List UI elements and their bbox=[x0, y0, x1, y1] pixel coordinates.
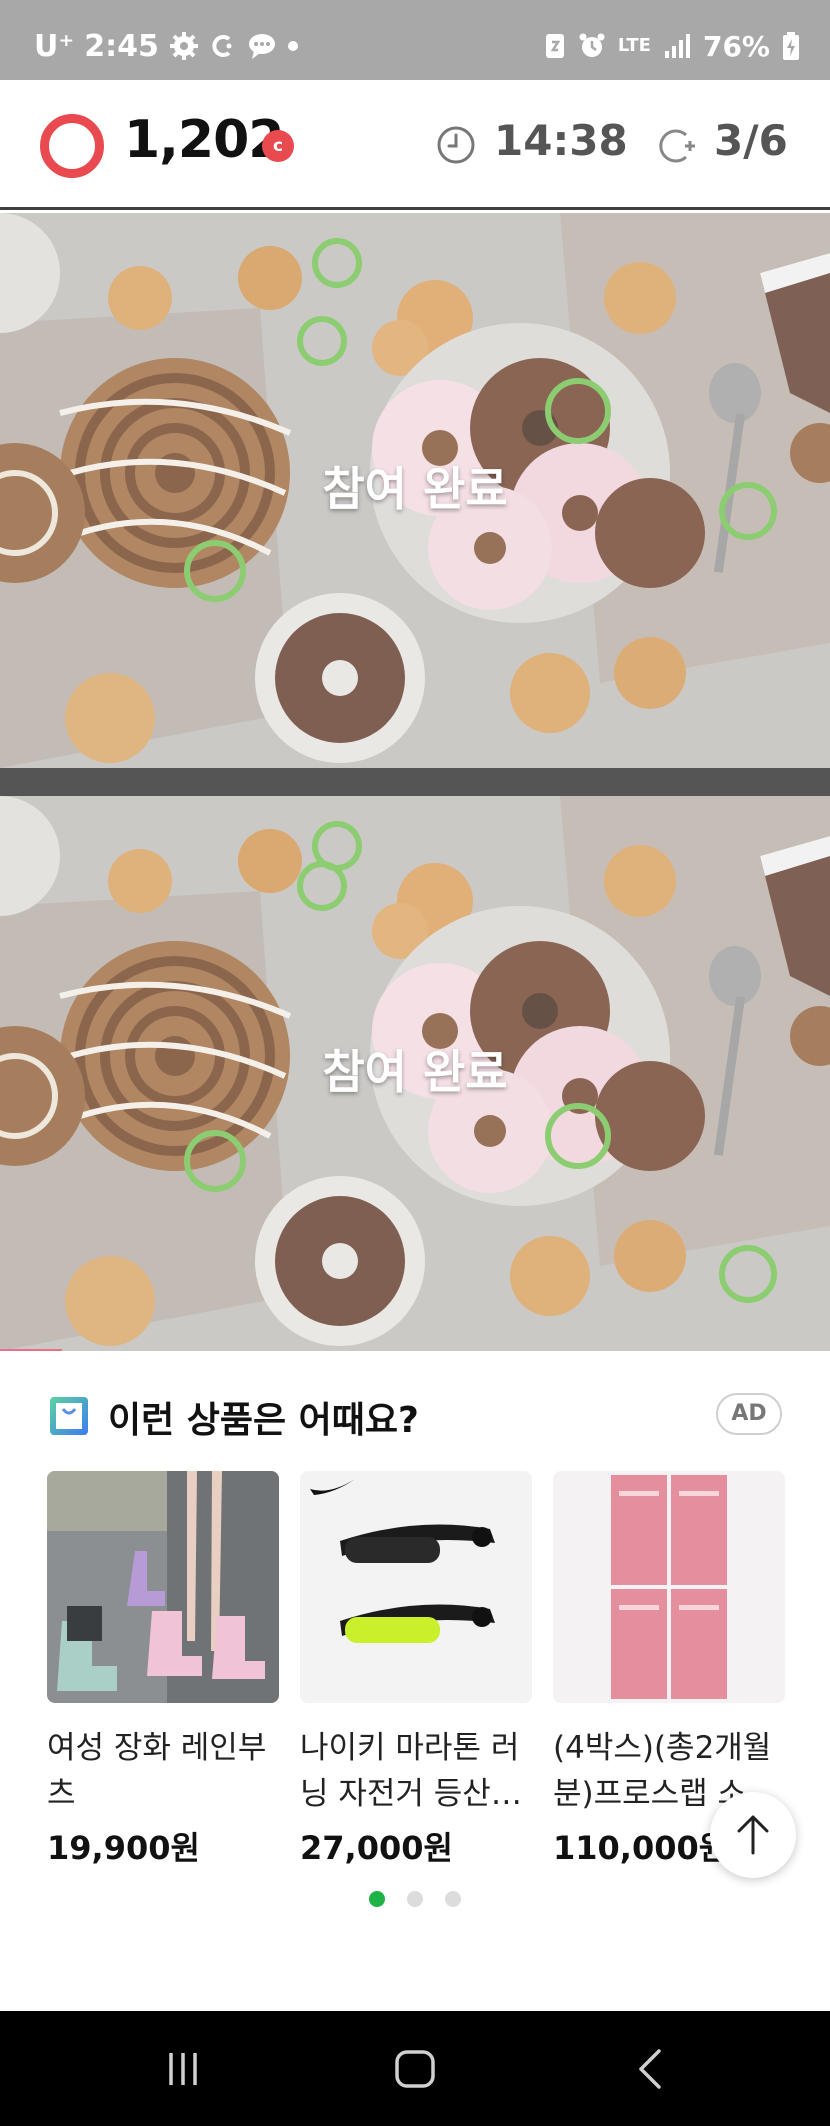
home-button[interactable] bbox=[385, 2039, 445, 2099]
carousel-pagination bbox=[0, 1891, 830, 1907]
target-ring-icon bbox=[40, 114, 104, 178]
product-name[interactable]: 나이키 마라톤 러닝 자전거 등산… bbox=[300, 1725, 532, 1817]
ad-badge[interactable]: AD bbox=[716, 1393, 782, 1435]
countdown-timer: 14:38 bbox=[494, 116, 628, 165]
coin-icon: c bbox=[262, 130, 294, 162]
settings-gear-icon bbox=[169, 31, 199, 61]
save-mode-icon bbox=[544, 32, 566, 60]
network-type-label: LTE bbox=[617, 35, 651, 56]
product-card[interactable]: 여성 장화 레인부츠 19,900원 bbox=[47, 1471, 279, 1869]
notification-dot-icon bbox=[287, 40, 299, 52]
status-time: 2:45 bbox=[84, 28, 159, 64]
spot-difference-image-top[interactable]: 참여 완료 bbox=[0, 213, 830, 768]
product-price: 19,900원 bbox=[47, 1829, 200, 1867]
spot-difference-image-bottom[interactable]: 참여 완료 bbox=[0, 796, 830, 1351]
coin-plus-icon bbox=[659, 129, 695, 163]
section-title: 이런 상품은 어때요? bbox=[108, 1400, 419, 1441]
battery-charging-icon bbox=[782, 31, 800, 61]
recent-apps-button[interactable] bbox=[153, 2039, 213, 2099]
product-name[interactable]: 여성 장화 레인부츠 bbox=[47, 1725, 279, 1817]
recent-apps-icon bbox=[169, 2053, 197, 2085]
signal-strength-icon bbox=[663, 33, 691, 59]
page-dot-active[interactable] bbox=[369, 1891, 385, 1907]
page-dot[interactable] bbox=[407, 1891, 423, 1907]
product-card[interactable]: 나이키 마라톤 러닝 자전거 등산… 27,000원 bbox=[300, 1471, 532, 1869]
alarm-icon bbox=[578, 32, 606, 60]
home-icon bbox=[395, 2050, 435, 2088]
game-header: 1,202 c 14:38 3/6 bbox=[0, 80, 830, 210]
back-icon bbox=[639, 2049, 661, 2089]
system-navigation-bar bbox=[0, 2011, 830, 2126]
recommendation-section: 이런 상품은 어때요? AD 여성 장화 레인부츠 19,900원 나이키 마라… bbox=[0, 1351, 830, 2011]
product-image-rain-boots[interactable] bbox=[47, 1471, 279, 1703]
completed-label-bottom: 참여 완료 bbox=[322, 1045, 508, 1099]
page-dot[interactable] bbox=[445, 1891, 461, 1907]
status-bar: U⁺ 2:45 LTE 76% bbox=[0, 0, 830, 80]
carrier-label: U⁺ bbox=[34, 28, 75, 64]
back-button[interactable] bbox=[620, 2039, 680, 2099]
battery-percent: 76% bbox=[702, 29, 770, 63]
completed-label-top: 참여 완료 bbox=[322, 462, 508, 516]
clock-icon bbox=[437, 126, 475, 164]
product-image-supplement-boxes[interactable] bbox=[553, 1471, 785, 1703]
product-price: 27,000원 bbox=[300, 1829, 453, 1867]
panel-divider bbox=[0, 768, 830, 796]
arrow-up-icon bbox=[737, 1815, 769, 1855]
product-image-running-belt[interactable] bbox=[300, 1471, 532, 1703]
chat-bubble-icon bbox=[247, 32, 277, 60]
c-app-icon bbox=[209, 32, 237, 60]
shopping-bag-icon bbox=[50, 1397, 88, 1435]
attempt-progress: 3/6 bbox=[714, 116, 788, 165]
scroll-to-top-button[interactable] bbox=[710, 1792, 796, 1878]
point-score: 1,202 bbox=[124, 110, 284, 170]
